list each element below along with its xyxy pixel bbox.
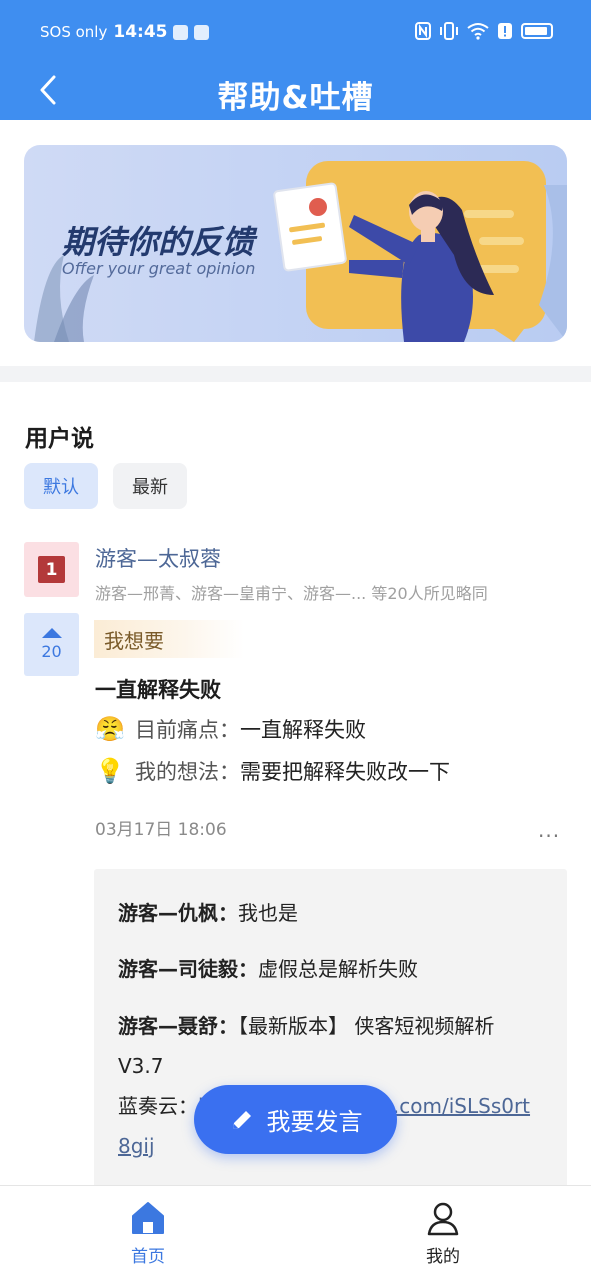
clock: 14:45 [113,22,168,42]
vibrate-icon [440,22,458,40]
reply-author[interactable]: 游客—仇枫： [118,901,238,925]
pain-point-row: 😤 目前痛点： 一直解释失败 [95,714,366,744]
banner-subtitle: Offer your great opinion [62,259,256,278]
post-author[interactable]: 游客—太叔蓉 [95,543,221,573]
sort-tab-default[interactable]: 默认 [24,463,98,509]
status-left: SOS only 14:45 [40,22,210,42]
tab-mine-label: 我的 [426,1247,460,1267]
page-title: 帮助&吐槽 [217,80,374,116]
status-right [415,22,553,40]
home-icon [132,1202,164,1234]
bottom-nav: 首页 我的 [0,1185,591,1280]
nav-bar: 帮助&吐槽 [0,62,591,120]
reply-text: 我也是 [238,901,298,925]
wifi-icon [467,23,489,40]
reply-text: 虚假总是解析失败 [258,957,418,981]
angry-face-icon: 😤 [95,715,125,743]
sort-tab-latest[interactable]: 最新 [113,463,187,509]
tab-home[interactable]: 首页 [88,1200,208,1267]
section-divider [0,366,591,382]
tab-mine[interactable]: 我的 [383,1200,503,1267]
rank-badge: 1 [24,542,79,597]
battery-icon [521,23,553,39]
post-comment-button[interactable]: 我要发言 [194,1085,397,1154]
post-timestamp: 03月17日 18:06 [95,820,227,840]
section-title: 用户说 [25,426,94,452]
idea-text: 需要把解释失败改一下 [240,760,450,784]
post-tag: 我想要 [94,620,244,658]
reply-item: 游客—司徒毅：虚假总是解析失败 [118,949,538,989]
post-comment-label: 我要发言 [266,1108,363,1136]
banner-title: 期待你的反馈 [62,223,255,261]
user-icon [427,1202,459,1236]
more-options-button[interactable]: ... [538,818,560,842]
carrier-label: SOS only [40,23,108,41]
rank-number: 1 [38,556,65,583]
tab-home-label: 首页 [131,1247,165,1267]
reply-item: 游客—仇枫：我也是 [118,893,538,933]
triangle-up-icon [41,628,62,638]
reply-author[interactable]: 游客—司徒毅： [118,957,258,981]
pencil-icon [232,1110,251,1129]
lightbulb-icon: 💡 [95,757,125,785]
reply-link-prefix: 蓝奏云： [118,1094,198,1118]
agree-summary: 游客—邢菁、游客—皇甫宁、游客—... 等20人所见略同 [95,584,488,603]
upvote-button[interactable]: 20 [24,613,79,676]
app-notification-icon-2 [194,24,210,40]
status-bar: SOS only 14:45 [0,0,591,62]
reply-author[interactable]: 游客—聂舒： [118,1014,238,1038]
post-title: 一直解释失败 [95,678,221,702]
idea-row: 💡 我的想法： 需要把解释失败改一下 [95,756,450,786]
nfc-icon [415,22,431,40]
pain-point-text: 一直解释失败 [240,718,366,742]
idea-label: 我的想法： [135,760,240,784]
app-notification-icon [173,24,189,40]
alert-icon [498,23,512,39]
feedback-banner: 期待你的反馈 Offer your great opinion [24,145,567,342]
pain-point-label: 目前痛点： [135,718,240,742]
vote-count: 20 [41,642,62,661]
